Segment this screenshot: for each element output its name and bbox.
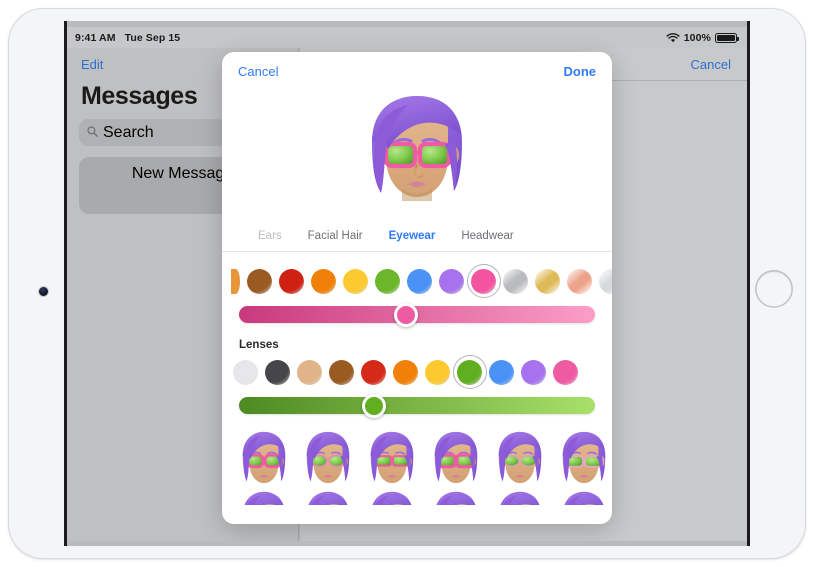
eyewear-style-5-next-row[interactable] xyxy=(491,489,549,505)
eyewear-style-4[interactable] xyxy=(427,429,485,487)
eyewear-style-3[interactable] xyxy=(363,429,421,487)
lens-shade-slider[interactable] xyxy=(222,389,612,421)
eyewear-style-grid-row-2[interactable] xyxy=(222,487,612,505)
ipad-screen: 9:41 AM Tue Sep 15 100% Edit Messages Se… xyxy=(67,27,747,541)
swatch-orange[interactable] xyxy=(393,359,418,385)
swatch-green[interactable] xyxy=(452,355,487,389)
frame-slider-thumb[interactable] xyxy=(394,302,419,327)
swatch-blue[interactable] xyxy=(489,359,514,385)
front-camera-icon xyxy=(39,287,48,296)
lenses-label: Lenses xyxy=(239,339,279,351)
wifi-icon xyxy=(666,32,680,43)
swatch-platinum[interactable] xyxy=(599,268,612,294)
status-bar-left: 9:41 AM Tue Sep 15 xyxy=(75,32,180,44)
swatch-tan[interactable] xyxy=(297,359,322,385)
tab-eyewear[interactable]: Eyewear xyxy=(389,230,436,242)
swatch-rose-gold[interactable] xyxy=(567,268,592,294)
tab-headwear[interactable]: Headwear xyxy=(461,230,513,242)
tab-ears[interactable]: Ears xyxy=(258,230,282,242)
memoji-avatar-preview xyxy=(222,90,612,220)
swatch-silver[interactable] xyxy=(503,268,528,294)
swatch-white[interactable] xyxy=(233,359,258,385)
eyewear-style-3-next-row[interactable] xyxy=(363,489,421,505)
home-button[interactable] xyxy=(755,270,793,308)
swatch-green[interactable] xyxy=(375,268,400,294)
eyewear-style-1-next-row[interactable] xyxy=(235,489,293,505)
eyewear-style-6-next-row[interactable] xyxy=(555,489,612,505)
frame-color-swatches[interactable] xyxy=(222,264,612,298)
swatch-red[interactable] xyxy=(279,268,304,294)
conversation-title: New Message xyxy=(131,165,234,182)
eyewear-style-4-next-row[interactable] xyxy=(427,489,485,505)
ipad-device-frame: 9:41 AM Tue Sep 15 100% Edit Messages Se… xyxy=(9,9,805,558)
cancel-button[interactable]: Cancel xyxy=(691,57,731,72)
swatch-brown[interactable] xyxy=(247,268,272,294)
swatch-blue[interactable] xyxy=(407,268,432,294)
swatch-red[interactable] xyxy=(361,359,386,385)
swatch-yellow[interactable] xyxy=(425,359,450,385)
status-bar: 9:41 AM Tue Sep 15 100% xyxy=(67,27,747,48)
swatch-pink[interactable] xyxy=(466,264,501,298)
swatch-yellow[interactable] xyxy=(343,268,368,294)
status-bar-right: 100% xyxy=(666,31,739,44)
search-placeholder: Search xyxy=(103,123,154,141)
lens-color-swatches[interactable] xyxy=(222,355,612,389)
memoji-editor-modal: Cancel Done Ears Facial Hair Eyewear Hea… xyxy=(222,52,612,524)
status-date: Tue Sep 15 xyxy=(124,31,181,44)
swatch-pink[interactable] xyxy=(553,359,578,385)
swatch-orange[interactable] xyxy=(311,268,336,294)
status-time: 9:41 AM xyxy=(75,31,116,44)
swatch-brown[interactable] xyxy=(329,359,354,385)
battery-percent: 100% xyxy=(683,31,711,44)
tab-facial-hair[interactable]: Facial Hair xyxy=(308,230,363,242)
eyewear-style-5[interactable] xyxy=(491,429,549,487)
edit-button[interactable]: Edit xyxy=(81,57,103,72)
eyewear-options-panel[interactable]: Lenses xyxy=(222,252,612,524)
eyewear-style-2[interactable] xyxy=(299,429,357,487)
swatch-purple[interactable] xyxy=(439,268,464,294)
swatch-purple[interactable] xyxy=(521,359,546,385)
modal-done-button[interactable]: Done xyxy=(564,64,597,79)
eyewear-style-2-next-row[interactable] xyxy=(299,489,357,505)
modal-navigation-bar: Cancel Done xyxy=(222,52,612,90)
swatch-partial[interactable] xyxy=(231,268,240,294)
modal-cancel-button[interactable]: Cancel xyxy=(238,64,278,79)
battery-icon xyxy=(715,32,739,43)
swatch-charcoal[interactable] xyxy=(265,359,290,385)
search-icon xyxy=(87,124,98,142)
eyewear-tab-bar: Ears Facial Hair Eyewear Headwear xyxy=(222,220,612,252)
frame-shade-slider[interactable] xyxy=(222,298,612,330)
swatch-gold[interactable] xyxy=(535,268,560,294)
eyewear-style-grid[interactable] xyxy=(222,421,612,487)
eyewear-style-6[interactable] xyxy=(555,429,612,487)
eyewear-style-1[interactable] xyxy=(235,429,293,487)
lens-slider-thumb[interactable] xyxy=(362,393,387,418)
